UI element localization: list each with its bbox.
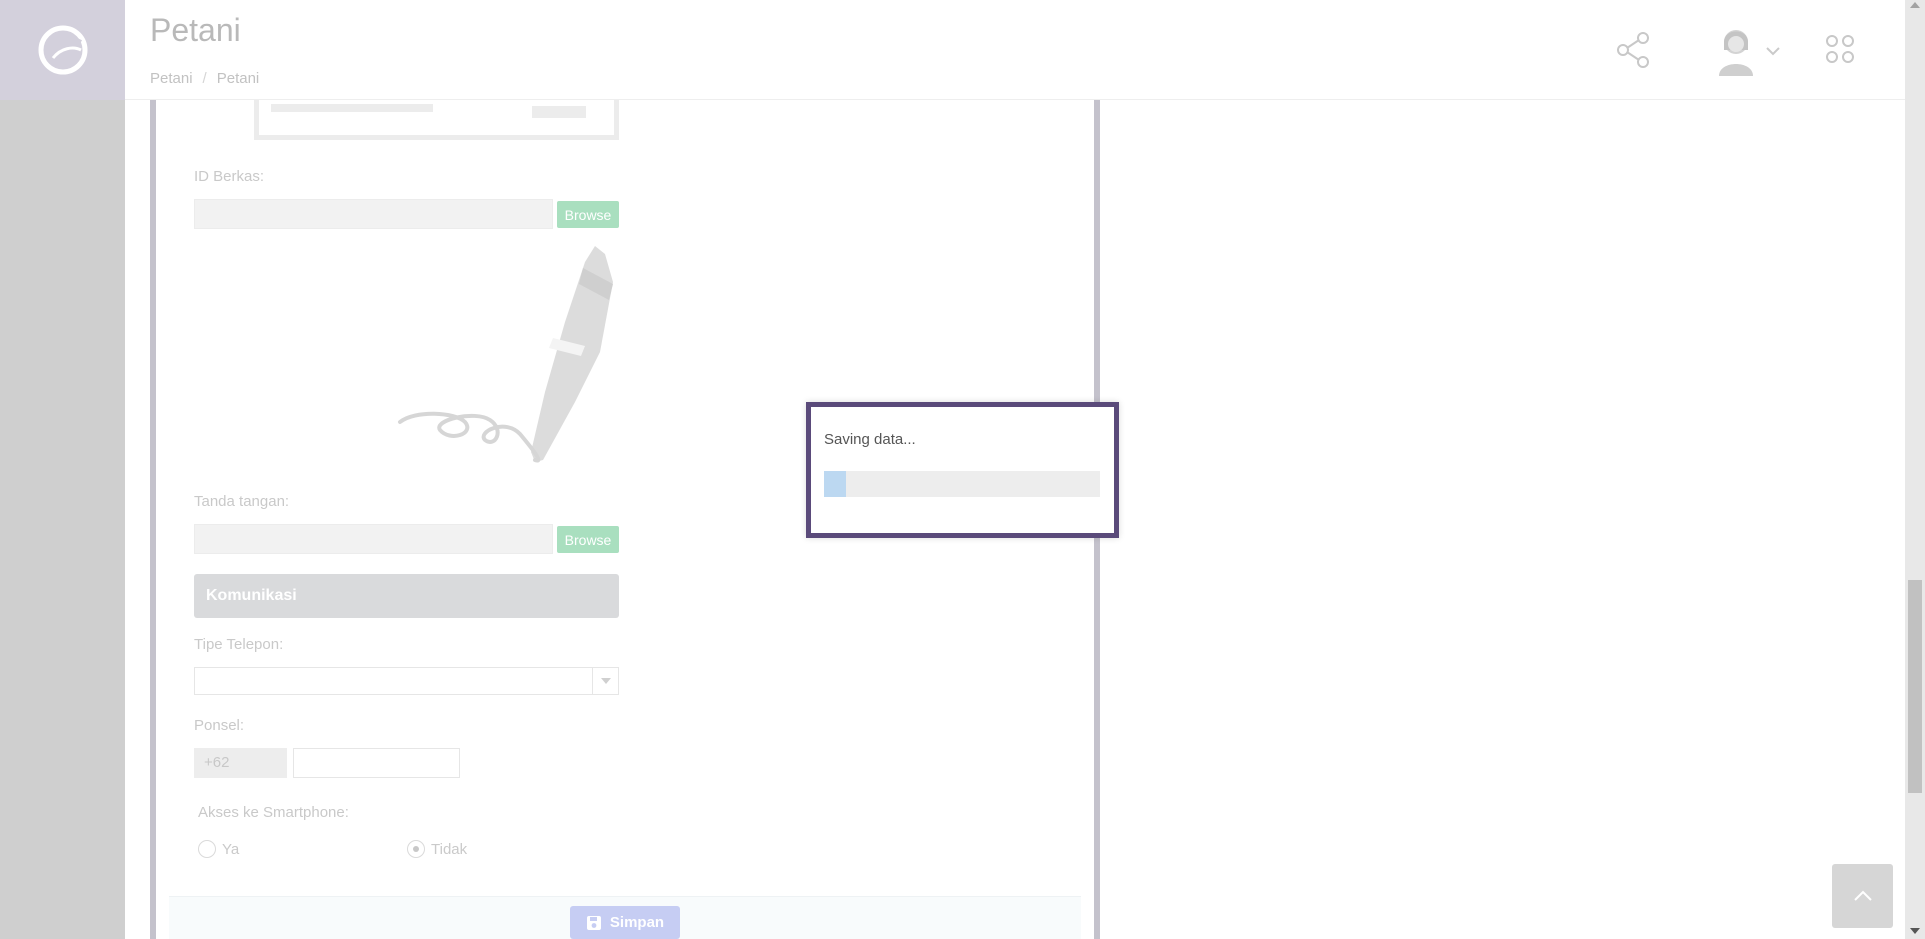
id-berkas-browse-button[interactable]: Browse <box>557 201 619 228</box>
tanda-tangan-browse-button[interactable]: Browse <box>557 526 619 553</box>
page-title: Petani <box>150 12 241 48</box>
save-button-label: Simpan <box>609 914 665 931</box>
floppy-disk-icon <box>586 915 601 930</box>
scrollbar-thumb[interactable] <box>1908 580 1922 793</box>
saving-dialog: Saving data... <box>806 402 1119 538</box>
photo-preview-bar <box>532 106 586 118</box>
id-berkas-label: ID Berkas: <box>194 168 265 185</box>
chevron-up-icon <box>1853 890 1872 901</box>
top-header: Petani Petani / Petani <box>125 0 1905 100</box>
radio-label-tidak: Tidak <box>431 840 468 858</box>
breadcrumb-separator: / <box>202 70 207 87</box>
save-button[interactable]: Simpan <box>570 906 680 939</box>
radio-label-ya: Ya <box>222 840 240 858</box>
radio-tidak[interactable] <box>407 840 425 858</box>
saving-message: Saving data... <box>824 431 916 448</box>
progress-bar <box>824 471 1100 497</box>
scroll-down-arrow-icon[interactable] <box>1910 928 1920 934</box>
tipe-telepon-select[interactable] <box>194 667 619 695</box>
radio-option-tidak[interactable]: Tidak <box>407 840 467 858</box>
breadcrumb-item-current[interactable]: Petani <box>217 70 260 87</box>
photo-preview-bar <box>271 104 433 112</box>
share-button[interactable] <box>1615 26 1651 79</box>
back-to-top-button[interactable] <box>1832 864 1893 928</box>
chevron-down-icon <box>1766 47 1780 56</box>
photo-preview <box>254 100 619 140</box>
radio-ya[interactable] <box>198 840 216 858</box>
vertical-scrollbar[interactable] <box>1905 0 1925 939</box>
smartphone-label: Akses ke Smartphone: <box>198 804 349 821</box>
avatar-icon <box>1719 30 1753 76</box>
scroll-up-arrow-icon[interactable] <box>1910 2 1920 8</box>
dropdown-arrow-icon[interactable] <box>592 668 618 694</box>
apps-menu-button[interactable] <box>1825 34 1855 69</box>
tipe-telepon-label: Tipe Telepon: <box>194 636 284 653</box>
signature-preview <box>395 242 625 475</box>
ponsel-prefix: +62 <box>194 748 287 778</box>
ponsel-input[interactable] <box>293 748 460 778</box>
petani-logo-icon <box>38 25 87 75</box>
tanda-tangan-field[interactable] <box>194 524 553 554</box>
pen-signature-icon <box>398 246 613 463</box>
progress-bar-fill <box>824 471 847 497</box>
breadcrumb: Petani / Petani <box>150 70 259 87</box>
logo[interactable] <box>0 0 125 100</box>
tanda-tangan-label: Tanda tangan: <box>194 493 290 510</box>
sidebar <box>0 0 125 939</box>
ponsel-label: Ponsel: <box>194 717 245 734</box>
breadcrumb-item-root[interactable]: Petani <box>150 70 193 87</box>
section-komunikasi: Komunikasi <box>194 574 619 618</box>
share-icon <box>1617 32 1649 68</box>
id-berkas-field[interactable] <box>194 199 553 229</box>
radio-option-ya[interactable]: Ya <box>198 840 239 858</box>
apps-grid-icon <box>1826 35 1854 63</box>
user-menu[interactable] <box>1715 24 1780 81</box>
